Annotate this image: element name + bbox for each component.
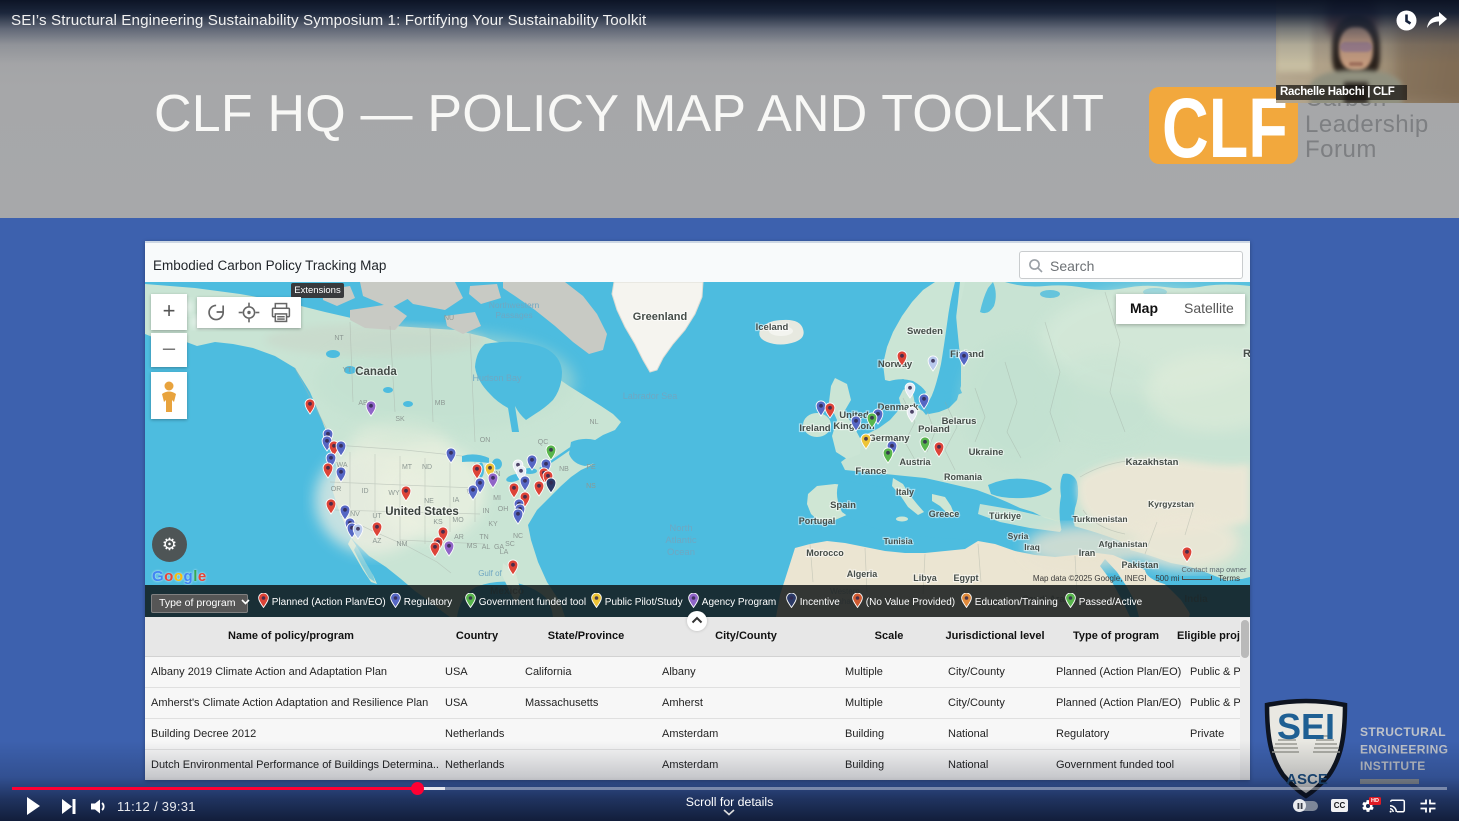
svg-text:Kazakhstan: Kazakhstan xyxy=(1126,457,1179,468)
svg-text:STRUCTURAL: STRUCTURAL xyxy=(1360,725,1446,739)
svg-text:ASCE: ASCE xyxy=(1286,771,1328,788)
svg-text:UT: UT xyxy=(372,513,382,520)
svg-text:Spain: Spain xyxy=(830,500,856,511)
svg-text:NV: NV xyxy=(350,511,360,518)
svg-text:Hudson Bay: Hudson Bay xyxy=(472,373,522,383)
svg-text:NT: NT xyxy=(334,335,344,342)
svg-text:AZ: AZ xyxy=(373,538,383,545)
svg-text:Norway: Norway xyxy=(878,359,913,370)
svg-text:QC: QC xyxy=(538,439,549,446)
svg-text:INSTITUTE: INSTITUTE xyxy=(1360,759,1426,773)
svg-text:SEI: SEI xyxy=(1277,706,1335,747)
svg-text:Turkmenistan: Turkmenistan xyxy=(1072,514,1127,524)
svg-text:France: France xyxy=(855,466,886,477)
svg-text:Iraq: Iraq xyxy=(1024,542,1040,552)
svg-text:Canada: Canada xyxy=(355,366,397,378)
svg-text:NM: NM xyxy=(397,541,408,548)
svg-text:Pakistan: Pakistan xyxy=(1121,560,1158,570)
svg-text:OH: OH xyxy=(498,506,509,513)
svg-text:Iceland: Iceland xyxy=(756,322,789,333)
svg-text:Italy: Italy xyxy=(896,487,914,497)
svg-text:YT: YT xyxy=(343,367,353,374)
svg-text:TN: TN xyxy=(479,534,488,541)
svg-text:Austria: Austria xyxy=(899,457,931,467)
svg-text:Romania: Romania xyxy=(944,472,983,482)
svg-text:MT: MT xyxy=(402,464,413,471)
svg-text:KY: KY xyxy=(488,521,498,528)
svg-text:Ocean: Ocean xyxy=(667,547,695,558)
svg-text:AL: AL xyxy=(482,544,491,551)
svg-text:WY: WY xyxy=(388,490,400,497)
svg-text:AR: AR xyxy=(454,534,464,541)
svg-text:Egypt: Egypt xyxy=(953,573,978,583)
svg-text:North: North xyxy=(669,523,692,534)
svg-text:Ukraine: Ukraine xyxy=(969,447,1004,458)
svg-text:Northwestern: Northwestern xyxy=(489,300,540,310)
svg-text:Contact map owner: Contact map owner xyxy=(1181,565,1247,574)
svg-text:Kyrgyzstan: Kyrgyzstan xyxy=(1148,499,1194,509)
svg-text:SK: SK xyxy=(395,416,405,423)
svg-text:Greenland: Greenland xyxy=(633,311,687,323)
svg-text:ENGINEERING: ENGINEERING xyxy=(1360,743,1448,757)
svg-text:Greece: Greece xyxy=(929,509,960,519)
svg-text:MO: MO xyxy=(452,517,464,524)
svg-text:PE: PE xyxy=(586,464,596,471)
svg-text:NL: NL xyxy=(590,419,599,426)
svg-text:NC: NC xyxy=(513,533,523,540)
svg-text:ND: ND xyxy=(422,464,432,471)
svg-text:Labrador Sea: Labrador Sea xyxy=(623,391,678,401)
svg-text:SC: SC xyxy=(505,541,515,548)
svg-text:Atlantic: Atlantic xyxy=(665,535,696,546)
svg-text:MB: MB xyxy=(435,400,446,407)
svg-text:Syria: Syria xyxy=(1008,531,1029,541)
svg-text:Portugal: Portugal xyxy=(799,516,836,526)
svg-text:OR: OR xyxy=(331,486,342,493)
svg-text:Passages: Passages xyxy=(495,310,532,320)
svg-text:Algeria: Algeria xyxy=(847,569,879,579)
svg-text:Afghanistan: Afghanistan xyxy=(1098,539,1147,549)
svg-text:NB: NB xyxy=(559,466,569,473)
svg-text:Iran: Iran xyxy=(1079,548,1096,558)
svg-text:Libya: Libya xyxy=(913,573,938,583)
svg-text:Belarus: Belarus xyxy=(942,416,977,427)
svg-text:ON: ON xyxy=(480,437,491,444)
svg-text:United States: United States xyxy=(385,506,459,518)
svg-text:Tunisia: Tunisia xyxy=(883,536,912,546)
svg-text:MI: MI xyxy=(493,495,501,502)
svg-text:NS: NS xyxy=(586,483,596,490)
svg-text:ID: ID xyxy=(362,488,369,495)
svg-text:NE: NE xyxy=(424,498,434,505)
svg-text:Sweden: Sweden xyxy=(907,326,943,337)
svg-text:IA: IA xyxy=(453,497,460,504)
svg-text:IN: IN xyxy=(483,508,490,515)
svg-text:KS: KS xyxy=(433,519,443,526)
svg-text:Morocco: Morocco xyxy=(806,548,844,558)
svg-text:NU: NU xyxy=(444,315,454,322)
svg-text:Ireland: Ireland xyxy=(799,423,830,434)
svg-text:R: R xyxy=(1243,348,1250,360)
svg-text:Türkiye: Türkiye xyxy=(989,511,1021,521)
svg-text:LA: LA xyxy=(500,549,509,556)
svg-text:Gulf of: Gulf of xyxy=(478,569,502,578)
svg-text:MS: MS xyxy=(467,543,478,550)
